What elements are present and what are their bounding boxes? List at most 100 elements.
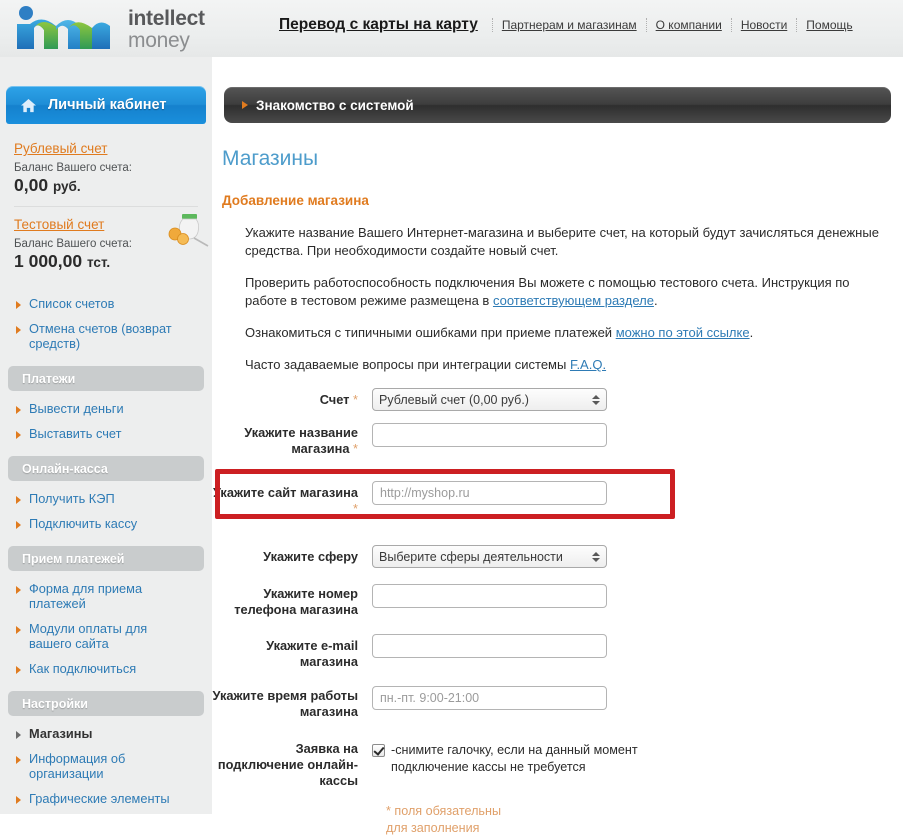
top-header: intellect money Перевод с карты на карту… (0, 0, 903, 57)
sidebar-item-shops[interactable]: Магазины (0, 721, 212, 746)
bullet-arrow-icon (16, 586, 21, 594)
sidebar-item-payment-modules[interactable]: Модули оплаты для вашего сайта (0, 616, 212, 656)
bullet-arrow-icon (16, 626, 21, 634)
sidebar-group-accept-payments: Прием платежей (8, 546, 204, 571)
sidebar-item-get-kep[interactable]: Получить КЭП (0, 486, 212, 511)
form-label-shop-email: Укажите e-mail магазина (266, 638, 358, 669)
sidebar-item-label: Вывести деньги (29, 401, 124, 416)
sidebar-item-label: Как подключиться (29, 661, 137, 676)
sidebar-group-title: Онлайн-касса (22, 461, 108, 476)
bullet-arrow-icon (16, 326, 21, 334)
sidebar-group-payments-links: Вывести деньги Выставить счет (0, 391, 212, 446)
link-typical-errors[interactable]: можно по этой ссылке (616, 325, 750, 340)
intro-paragraph-4: Часто задаваемые вопросы при интеграции … (245, 357, 607, 372)
account-link-ruble[interactable]: Рублевый счет (14, 141, 107, 156)
account-select[interactable]: Рублевый счет (0,00 руб.) (372, 388, 607, 411)
sidebar-item-label: Форма для приема платежей (29, 581, 143, 611)
form-row-shop-hours: Укажите время работы магазина (212, 686, 903, 720)
account-balance-amount: 0,00 (14, 175, 49, 195)
sidebar-item-label: Информация об организации (29, 751, 126, 781)
sidebar-top-links: Список счетов Отмена счетов (возврат сре… (0, 286, 212, 356)
sidebar-item-org-info[interactable]: Информация об организации (0, 746, 212, 786)
shop-phone-input[interactable] (372, 584, 607, 608)
im-wave-logo-icon (17, 6, 110, 49)
form-row-shop-email: Укажите e-mail магазина (212, 634, 903, 670)
section-title: Добавление магазина (222, 193, 369, 208)
sidebar-item-label: Модули оплаты для вашего сайта (29, 621, 148, 651)
brand-logo[interactable]: intellect money (12, 4, 205, 54)
account-select-value: Рублевый счет (0,00 руб.) (379, 392, 529, 407)
sphere-select[interactable]: Выберите сферы деятельности (372, 545, 607, 568)
form-row-shop-name: Укажите название магазина * (212, 423, 903, 457)
intro-text-block: Укажите название Вашего Интернет-магазин… (245, 224, 893, 374)
sidebar-header-personal-cabinet[interactable]: Личный кабинет (6, 86, 206, 124)
nav-item-partners[interactable]: Партнерам и магазинам (493, 18, 646, 32)
sidebar-item-label: Подключить кассу (29, 516, 138, 531)
bullet-arrow-icon (16, 756, 21, 764)
account-block-test: Тестовый счет Баланс Вашего счета: 1 000… (0, 214, 212, 272)
intro-paragraph-2: Проверить работоспособность подключения … (245, 275, 850, 308)
intro-paragraph-3: Ознакомиться с типичными ошибками при пр… (245, 325, 754, 340)
required-star: * (353, 441, 358, 456)
bullet-arrow-icon (16, 301, 21, 309)
sidebar-item-withdraw[interactable]: Вывести деньги (0, 396, 212, 421)
online-cash-checkbox[interactable] (372, 744, 385, 757)
page-title: Магазины (222, 147, 319, 170)
shop-email-input[interactable] (372, 634, 607, 658)
required-note-line2: для заполнения (386, 821, 480, 835)
account-balance-amount: 1 000,00 (14, 251, 83, 271)
sidebar-item-payment-form[interactable]: Форма для приема платежей (0, 576, 212, 616)
main-navigation: Перевод с карты на карту Партнерам и маг… (270, 16, 862, 34)
bullet-arrow-icon (16, 796, 21, 804)
chevron-updown-icon (592, 394, 600, 405)
sidebar-group-accept-payments-links: Форма для приема платежей Модули оплаты … (0, 571, 212, 681)
sidebar-header-title: Личный кабинет (48, 97, 167, 113)
form-label-shop-phone: Укажите номер телефона магазина (234, 586, 358, 617)
required-star: * (353, 392, 358, 407)
sidebar-item-issue-invoice[interactable]: Выставить счет (0, 421, 212, 446)
sidebar-item-how-to-connect[interactable]: Как подключиться (0, 656, 212, 681)
breadcrumb-bar[interactable]: Знакомство с системой (224, 87, 891, 123)
form-label-shop-name: Укажите название магазина * (244, 425, 358, 456)
coins-jar-icon (168, 214, 209, 247)
sidebar-item-label: Отмена счетов (возврат средств) (29, 321, 172, 351)
sidebar-item-label: Получить КЭП (29, 491, 115, 506)
sidebar-group-title: Настройки (22, 696, 88, 711)
sidebar-item-graphic-elements[interactable]: Графические элементы (0, 786, 212, 811)
sidebar-item-cancel-invoices[interactable]: Отмена счетов (возврат средств) (0, 316, 212, 356)
account-link-test[interactable]: Тестовый счет (14, 217, 104, 232)
sidebar-item-connect-cash[interactable]: Подключить кассу (0, 511, 212, 536)
shop-site-input[interactable] (372, 481, 607, 505)
sidebar-item-label: Магазины (29, 726, 93, 741)
shop-hours-input[interactable] (372, 686, 607, 710)
sidebar-group-settings-links: Магазины Информация об организации Графи… (0, 716, 212, 811)
form-label-account: Счет * (319, 392, 358, 407)
bullet-arrow-icon (16, 731, 21, 739)
shop-name-input[interactable] (372, 423, 607, 447)
sidebar-item-label: Графические элементы (29, 791, 170, 806)
form-row-shop-site: Укажите сайт магазина * (212, 473, 903, 525)
nav-item-transfer[interactable]: Перевод с карты на карту (270, 16, 492, 34)
nav-item-about[interactable]: О компании (647, 18, 731, 32)
bullet-arrow-icon (16, 406, 21, 414)
nav-item-news[interactable]: Новости (732, 18, 796, 32)
sidebar-item-label: Выставить счет (29, 426, 122, 441)
intro-paragraph-1: Укажите название Вашего Интернет-магазин… (245, 225, 879, 258)
link-relevant-section[interactable]: соответствующем разделе (493, 293, 654, 308)
home-icon (21, 98, 36, 112)
required-note-line1: * поля обязательны (386, 804, 502, 818)
main-content: Знакомство с системой Магазины Добавлени… (212, 57, 903, 835)
account-balance-test: 1 000,00 тст. (14, 251, 198, 272)
add-shop-form: Счет * Рублевый счет (0,00 руб.) Укажите… (212, 388, 903, 837)
link-faq[interactable]: F.A.Q. (570, 357, 606, 372)
form-row-account: Счет * Рублевый счет (0,00 руб.) (212, 388, 903, 411)
sidebar-group-online-cash-links: Получить КЭП Подключить кассу (0, 481, 212, 536)
nav-item-help[interactable]: Помощь (797, 18, 861, 32)
sidebar-item-account-list[interactable]: Список счетов (0, 291, 212, 316)
form-label-shop-hours: Укажите время работы магазина (212, 688, 358, 719)
account-balance-unit: тст. (87, 255, 111, 270)
sidebar-group-payments: Платежи (8, 366, 204, 391)
chevron-updown-icon (592, 551, 600, 562)
sidebar-group-title: Прием платежей (22, 551, 125, 566)
bullet-arrow-icon (16, 666, 21, 674)
